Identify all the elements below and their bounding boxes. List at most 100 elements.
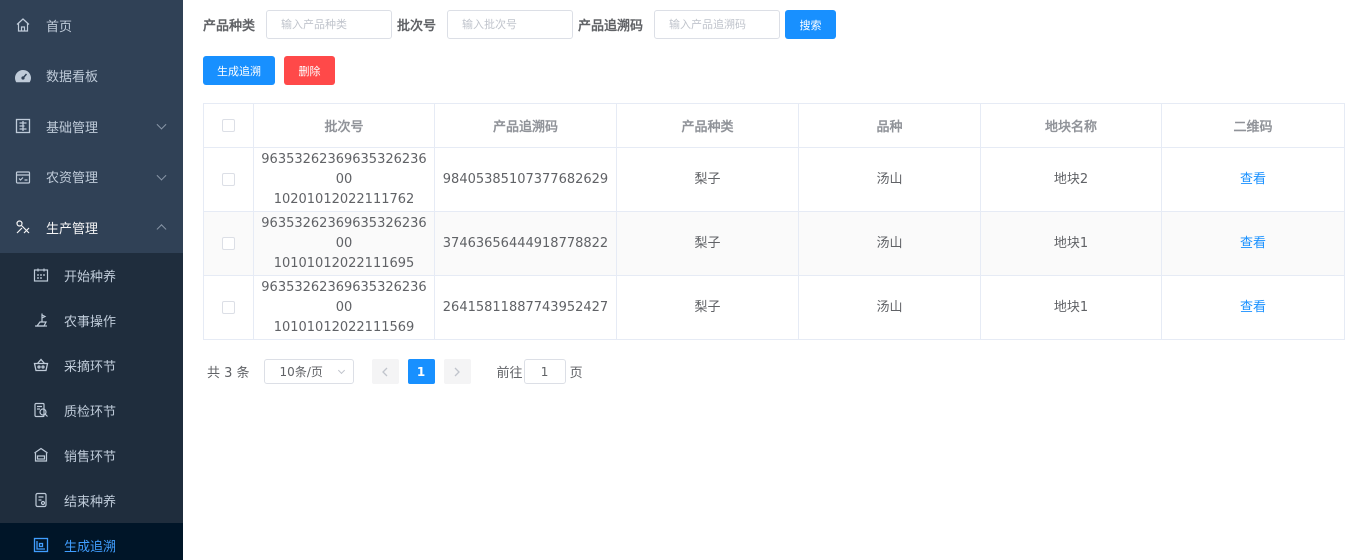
calendar-icon [32,266,50,284]
page-number-current[interactable]: 1 [407,359,435,384]
sidebar-sub-label: 结束种养 [64,494,117,510]
product-type-cell: 梨子 [616,147,799,212]
row-checkbox[interactable] [222,300,235,314]
sidebar-item-home[interactable]: 首页 [0,0,183,51]
table-row: 96353262369635326236 00 10101012022111569… [203,275,1345,340]
sidebar-item-farm-supply[interactable]: 农资管理 [0,152,183,203]
row-select-cell[interactable] [203,211,254,276]
plot-cell: 地块2 [980,147,1162,212]
trace-icon [32,536,50,554]
qr-cell: 查看 [1161,211,1345,276]
sidebar-item-sales[interactable]: 销售环节 [0,433,183,478]
farming-icon [32,311,50,329]
chevron-down-icon [156,119,167,130]
sidebar-item-label: 农资管理 [46,171,99,187]
page-size-value: 10条/页 [279,365,323,379]
sidebar-item-production[interactable]: 生产管理 [0,202,183,253]
sidebar-item-picking[interactable]: 采摘环节 [0,343,183,388]
trace-code-cell: 98405385107377682629 [434,147,617,212]
finish-icon [32,491,50,509]
sidebar-item-dashboard[interactable]: 数据看板 [0,51,183,102]
sidebar-item-label: 数据看板 [46,70,99,86]
inspection-icon [32,401,50,419]
product-type-label: 产品种类 [203,19,256,34]
chevron-down-icon [337,366,345,375]
goto-page-input[interactable] [523,359,566,384]
goto-label: 前往 [496,366,523,381]
table-header-row: 批次号 产品追溯码 产品种类 品种 地块名称 二维码 [203,103,1345,148]
chevron-right-icon [454,367,460,376]
row-checkbox[interactable] [222,172,235,186]
prev-page-button[interactable] [371,359,399,384]
chevron-down-icon [156,170,167,181]
sidebar-item-basic-manage[interactable]: 基础管理 [0,101,183,152]
sidebar-item-inspection[interactable]: 质检环节 [0,388,183,433]
plot-cell: 地块1 [980,275,1162,340]
pagination: 共 3 条 10条/页 1 前往 页 [207,359,583,384]
row-select-cell[interactable] [203,275,254,340]
product-type-cell: 梨子 [616,211,799,276]
batch-input[interactable] [447,10,574,39]
sidebar-sub-label: 采摘环节 [64,359,117,375]
page-suffix: 页 [569,366,583,381]
variety-cell: 汤山 [798,211,981,276]
sidebar-item-start-cultivation[interactable]: 开始种养 [0,253,183,298]
trace-table: 批次号 产品追溯码 产品种类 品种 地块名称 二维码 9635326236963… [203,103,1345,340]
total-count: 共 3 条 [207,366,250,381]
variety-cell: 汤山 [798,275,981,340]
search-form: 产品种类 批次号 产品追溯码 搜索 [203,10,837,39]
qr-cell: 查看 [1161,275,1345,340]
search-button[interactable]: 搜索 [785,10,837,39]
sidebar-item-farming-operation[interactable]: 农事操作 [0,298,183,343]
production-submenu: 开始种养 农事操作 采摘环节 质检环节 销售环节 结束种养 生成追溯 [0,252,183,560]
sidebar-sub-label: 生成追溯 [64,539,117,555]
batch-line2: 10201012022111762 [273,191,415,207]
trace-code-cell: 37463656444918778822 [434,211,617,276]
sidebar-item-generate-trace[interactable]: 生成追溯 [0,522,183,560]
view-qr-link[interactable]: 查看 [1240,172,1266,187]
batch-line2: 10101012022111569 [273,319,415,335]
trace-code-input[interactable] [654,10,781,39]
next-page-button[interactable] [443,359,471,384]
chevron-up-icon [156,224,167,235]
qr-cell: 查看 [1161,147,1345,212]
batch-line1: 96353262369635326236 00 [261,279,427,315]
batch-cell: 96353262369635326236 00 10201012022111762 [253,147,435,212]
batch-label: 批次号 [397,19,437,34]
column-header: 地块名称 [980,103,1162,148]
select-all-cell[interactable] [203,103,254,148]
sidebar-item-label: 基础管理 [46,120,99,136]
view-qr-link[interactable]: 查看 [1240,236,1266,251]
batch-cell: 96353262369635326236 00 10101012022111695 [253,211,435,276]
basket-icon [32,356,50,374]
column-header: 产品追溯码 [434,103,617,148]
product-type-input[interactable] [266,10,393,39]
batch-line1: 96353262369635326236 00 [261,151,427,187]
batch-cell: 96353262369635326236 00 10101012022111569 [253,275,435,340]
main-content: 产品种类 批次号 产品追溯码 搜索 生成追溯 删除 批次号 产品追溯码 产品种类… [183,0,1362,560]
sidebar-item-label: 首页 [46,19,73,35]
column-header: 批次号 [253,103,435,148]
row-select-cell[interactable] [203,147,254,212]
delete-button[interactable]: 删除 [284,56,335,85]
sidebar-item-end-cultivation[interactable]: 结束种养 [0,478,183,523]
column-header: 品种 [798,103,981,148]
trace-code-label: 产品追溯码 [578,19,644,34]
production-icon [14,218,32,236]
column-header: 产品种类 [616,103,799,148]
generate-trace-button[interactable]: 生成追溯 [203,56,275,85]
table-row: 96353262369635326236 00 10201012022111762… [203,147,1345,212]
product-type-cell: 梨子 [616,275,799,340]
batch-line2: 10101012022111695 [273,255,415,271]
sidebar: 首页 数据看板 基础管理 农资管理 生产管理 开始种养 农事操作 采摘环节 质检… [0,0,183,560]
home-icon [14,16,32,34]
row-checkbox[interactable] [222,236,235,250]
variety-cell: 汤山 [798,147,981,212]
view-qr-link[interactable]: 查看 [1240,300,1266,315]
basic-manage-icon [14,117,32,135]
sidebar-sub-label: 销售环节 [64,449,117,465]
table-row: 96353262369635326236 00 10101012022111695… [203,211,1345,276]
sidebar-sub-label: 质检环节 [64,404,117,420]
select-all-checkbox[interactable] [222,119,235,132]
page-size-select[interactable]: 10条/页 [263,359,354,384]
